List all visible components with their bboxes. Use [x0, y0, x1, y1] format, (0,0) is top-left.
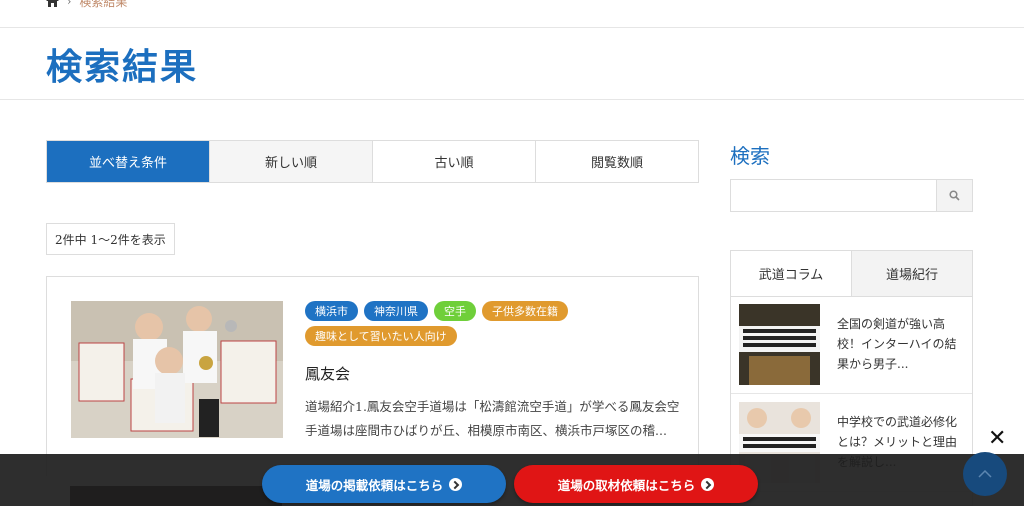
- divider: [0, 27, 1024, 28]
- search-button[interactable]: [936, 180, 972, 211]
- tag-yokohama[interactable]: 横浜市: [305, 301, 358, 321]
- result-count: 2件中 1〜2件を表示: [46, 223, 175, 255]
- back-to-top-button[interactable]: [963, 452, 1007, 496]
- arrow-right-icon: [449, 477, 463, 491]
- listing-request-label: 道場の掲載依頼はこちら: [305, 477, 444, 493]
- sort-label: 並べ替え条件: [47, 141, 209, 182]
- article-title[interactable]: 全国の剣道が強い高校！インターハイの結果から男子...: [837, 314, 965, 374]
- search-form: [730, 179, 973, 212]
- sort-tab-newest[interactable]: 新しい順: [209, 141, 372, 182]
- sort-tabs: 並べ替え条件 新しい順 古い順 閲覧数順: [46, 140, 699, 183]
- tag-list: 横浜市 神奈川県 空手 子供多数在籍 趣味として習いたい人向け: [305, 301, 685, 346]
- home-icon[interactable]: [46, 0, 59, 7]
- listing-request-button[interactable]: 道場の掲載依頼はこちら: [262, 465, 506, 503]
- close-icon[interactable]: ✕: [988, 426, 1006, 451]
- chevron-right-icon: ›: [67, 0, 72, 8]
- tag-kanagawa[interactable]: 神奈川県: [364, 301, 428, 321]
- interview-request-button[interactable]: 道場の取材依頼はこちら: [514, 465, 758, 503]
- sort-tab-views[interactable]: 閲覧数順: [535, 141, 698, 182]
- search-input[interactable]: [731, 180, 936, 211]
- result-excerpt: 道場紹介1.鳳友会空手道場は「松濤館流空手道」が学べる鳳友会空手道場は座間市ひば…: [305, 399, 680, 438]
- bottom-cta-bar: [0, 454, 1024, 506]
- tab-dojo-travel[interactable]: 道場紀行: [852, 251, 972, 296]
- chevron-up-icon: [978, 470, 992, 478]
- list-item[interactable]: 全国の剣道が強い高校！インターハイの結果から男子...: [731, 296, 972, 394]
- arrow-right-icon: [701, 477, 715, 491]
- article-thumbnail[interactable]: [739, 304, 820, 385]
- breadcrumb-current: 検索結果: [79, 0, 128, 9]
- interview-request-label: 道場の取材依頼はこちら: [557, 477, 696, 493]
- page-title: 検索結果: [46, 46, 199, 88]
- sidebar-search-title: 検索: [730, 144, 770, 168]
- breadcrumb: › 検索結果: [46, 0, 128, 9]
- result-card[interactable]: 横浜市 神奈川県 空手 子供多数在籍 趣味として習いたい人向け 鳳友会 道場紹介…: [46, 276, 699, 476]
- tag-hobby[interactable]: 趣味として習いたい人向け: [305, 326, 457, 346]
- result-thumbnail[interactable]: [71, 301, 283, 438]
- sort-tab-oldest[interactable]: 古い順: [372, 141, 535, 182]
- tag-karate[interactable]: 空手: [434, 301, 476, 321]
- divider: [0, 99, 1024, 100]
- sidebar-tabs: 武道コラム 道場紀行: [730, 250, 973, 297]
- result-title[interactable]: 鳳友会: [305, 363, 350, 384]
- search-icon: [949, 190, 960, 201]
- tab-budo-column[interactable]: 武道コラム: [731, 251, 852, 296]
- tag-many-children[interactable]: 子供多数在籍: [482, 301, 568, 321]
